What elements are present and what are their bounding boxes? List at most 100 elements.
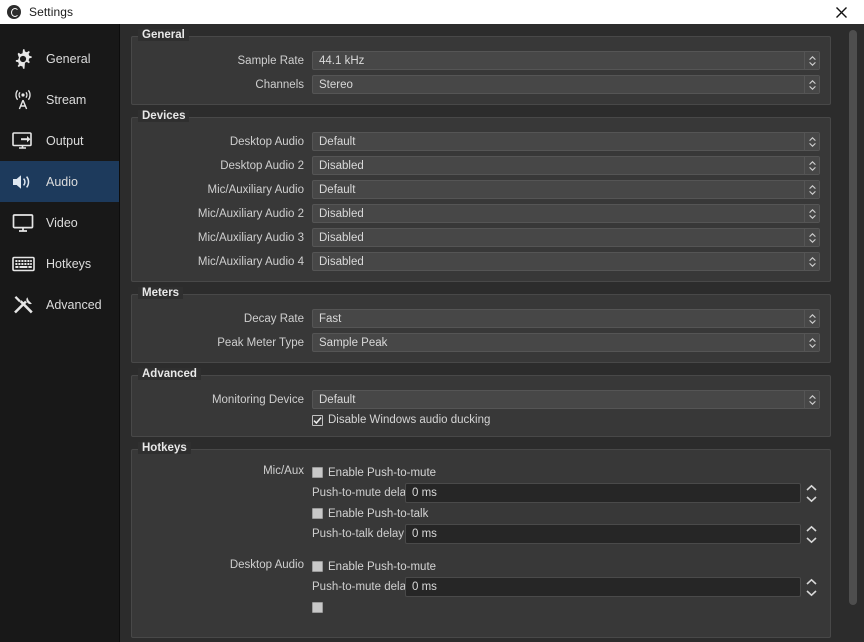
mic-aux-audio-2-spinner[interactable] — [804, 205, 819, 222]
channels-label: Channels — [255, 78, 304, 91]
spin-up-button[interactable] — [803, 523, 820, 534]
mic-aux-audio-4-row: Mic/Auxiliary Audio 4 Disabled — [142, 252, 820, 271]
chevron-up-icon — [806, 525, 817, 532]
mic-aux-audio-3-row: Mic/Auxiliary Audio 3 Disabled — [142, 228, 820, 247]
sidebar-item-advanced[interactable]: Advanced — [0, 284, 119, 325]
sidebar-item-label: Advanced — [46, 297, 102, 312]
advanced-group: Advanced Monitoring Device Default Disab… — [131, 368, 831, 437]
chevron-up-down-icon — [808, 208, 816, 219]
mic-aux-push-to-talk-label: Enable Push-to-talk — [328, 507, 429, 520]
mic-aux-audio-2-combo[interactable]: Disabled — [312, 204, 820, 223]
mic-aux-push-to-talk-row[interactable]: Enable Push-to-talk — [312, 505, 820, 522]
desktop-audio-2-combo[interactable]: Disabled — [312, 156, 820, 175]
devices-group: Devices Desktop Audio Default Desktop Au… — [131, 110, 831, 282]
keyboard-icon — [8, 251, 38, 277]
window-title: Settings — [29, 5, 74, 19]
chevron-down-icon — [806, 495, 817, 502]
desktop-audio-push-to-talk-row-clipped[interactable] — [312, 599, 820, 616]
gear-icon — [8, 46, 38, 72]
hotkeys-mic-aux-body: Enable Push-to-mute Push-to-mute delay 0… — [312, 464, 820, 546]
meters-group: Meters Decay Rate Fast Peak Meter Type S… — [131, 287, 831, 363]
desktop-audio-2-spinner[interactable] — [804, 157, 819, 174]
mic-aux-audio-3-combo[interactable]: Disabled — [312, 228, 820, 247]
close-button[interactable] — [818, 0, 864, 24]
sidebar-item-audio[interactable]: Audio — [0, 161, 119, 202]
mic-aux-audio-3-spinner[interactable] — [804, 229, 819, 246]
peak-meter-type-combo[interactable]: Sample Peak — [312, 333, 820, 352]
tools-icon — [8, 292, 38, 318]
sample-rate-spinner[interactable] — [804, 52, 819, 69]
mic-aux-audio-spinner[interactable] — [804, 181, 819, 198]
desktop-audio-push-to-mute-delay-input[interactable]: 0 ms — [405, 577, 801, 597]
monitoring-device-spinner[interactable] — [804, 391, 819, 408]
desktop-audio-push-to-mute-row[interactable]: Enable Push-to-mute — [312, 558, 820, 575]
chevron-up-down-icon — [808, 79, 816, 90]
desktop-audio-push-to-mute-delay-row: Push-to-mute delay 0 ms — [312, 576, 820, 598]
sample-rate-label: Sample Rate — [237, 54, 304, 67]
desktop-audio-2-row: Desktop Audio 2 Disabled — [142, 156, 820, 175]
chevron-up-down-icon — [808, 337, 816, 348]
hotkeys-group: Hotkeys Mic/Aux Enable Push-to-mute Push… — [131, 442, 831, 638]
meters-group-title: Meters — [138, 287, 184, 299]
scrollbar-thumb[interactable] — [849, 30, 857, 605]
desktop-audio-push-to-mute-delay-label: Push-to-mute delay — [312, 581, 412, 593]
vertical-scrollbar[interactable] — [846, 24, 860, 642]
spin-down-button[interactable] — [803, 534, 820, 545]
desktop-audio-spinner[interactable] — [804, 133, 819, 150]
mic-aux-push-to-mute-label: Enable Push-to-mute — [328, 466, 437, 479]
desktop-audio-2-value: Disabled — [319, 159, 364, 172]
mic-aux-audio-4-combo[interactable]: Disabled — [312, 252, 820, 271]
mic-aux-audio-2-row: Mic/Auxiliary Audio 2 Disabled — [142, 204, 820, 223]
desktop-audio-combo[interactable]: Default — [312, 132, 820, 151]
sample-rate-row: Sample Rate 44.1 kHz — [142, 51, 820, 70]
mic-aux-push-to-talk-delay-input[interactable]: 0 ms — [405, 524, 801, 544]
decay-rate-combo[interactable]: Fast — [312, 309, 820, 328]
chevron-up-down-icon — [808, 394, 816, 405]
disable-ducking-checkbox-row[interactable]: Disable Windows audio ducking — [312, 414, 490, 426]
obs-logo-icon — [7, 5, 21, 19]
sidebar-item-hotkeys[interactable]: Hotkeys — [0, 243, 119, 284]
mic-aux-push-to-mute-delay-spinner[interactable] — [803, 482, 820, 504]
settings-window: Settings General Stream Output Audio Vid… — [0, 0, 864, 642]
mic-aux-audio-row: Mic/Auxiliary Audio Default — [142, 180, 820, 199]
desktop-audio-push-to-mute-delay-value: 0 ms — [412, 581, 437, 593]
desktop-audio-push-to-mute-delay-spinner[interactable] — [803, 576, 820, 598]
chevron-up-down-icon — [808, 313, 816, 324]
mic-aux-audio-combo[interactable]: Default — [312, 180, 820, 199]
decay-rate-spinner[interactable] — [804, 310, 819, 327]
sidebar-item-stream[interactable]: Stream — [0, 79, 119, 120]
mic-aux-push-to-mute-delay-input[interactable]: 0 ms — [405, 483, 801, 503]
channels-combo[interactable]: Stereo — [312, 75, 820, 94]
mic-aux-push-to-talk-checkbox[interactable] — [312, 508, 323, 519]
sidebar-item-video[interactable]: Video — [0, 202, 119, 243]
desktop-audio-push-to-mute-checkbox[interactable] — [312, 561, 323, 572]
sample-rate-value: 44.1 kHz — [319, 54, 365, 67]
peak-meter-type-spinner[interactable] — [804, 334, 819, 351]
peak-meter-type-row: Peak Meter Type Sample Peak — [142, 333, 820, 352]
mic-aux-push-to-talk-delay-value: 0 ms — [412, 528, 437, 540]
sample-rate-combo[interactable]: 44.1 kHz — [312, 51, 820, 70]
mic-aux-push-to-talk-delay-row: Push-to-talk delay 0 ms — [312, 523, 820, 545]
mic-aux-push-to-talk-delay-spinner[interactable] — [803, 523, 820, 545]
disable-ducking-label: Disable Windows audio ducking — [328, 414, 491, 426]
mic-aux-audio-2-value: Disabled — [319, 207, 364, 220]
sidebar-item-output[interactable]: Output — [0, 120, 119, 161]
sidebar-item-general[interactable]: General — [0, 38, 119, 79]
chevron-down-icon — [806, 536, 817, 543]
spin-down-button[interactable] — [803, 587, 820, 598]
general-group-title: General — [138, 29, 189, 41]
sidebar-item-label: Audio — [46, 174, 78, 189]
desktop-audio-push-to-talk-checkbox[interactable] — [312, 602, 323, 613]
channels-row: Channels Stereo — [142, 75, 820, 94]
disable-ducking-checkbox[interactable] — [312, 414, 323, 426]
monitoring-device-combo[interactable]: Default — [312, 390, 820, 409]
spin-up-button[interactable] — [803, 482, 820, 493]
spin-down-button[interactable] — [803, 493, 820, 504]
devices-group-title: Devices — [138, 110, 190, 122]
spin-up-button[interactable] — [803, 576, 820, 587]
channels-spinner[interactable] — [804, 76, 819, 93]
mic-aux-push-to-mute-row[interactable]: Enable Push-to-mute — [312, 464, 820, 481]
mic-aux-push-to-mute-checkbox[interactable] — [312, 467, 323, 478]
chevron-up-down-icon — [808, 136, 816, 147]
mic-aux-audio-4-spinner[interactable] — [804, 253, 819, 270]
